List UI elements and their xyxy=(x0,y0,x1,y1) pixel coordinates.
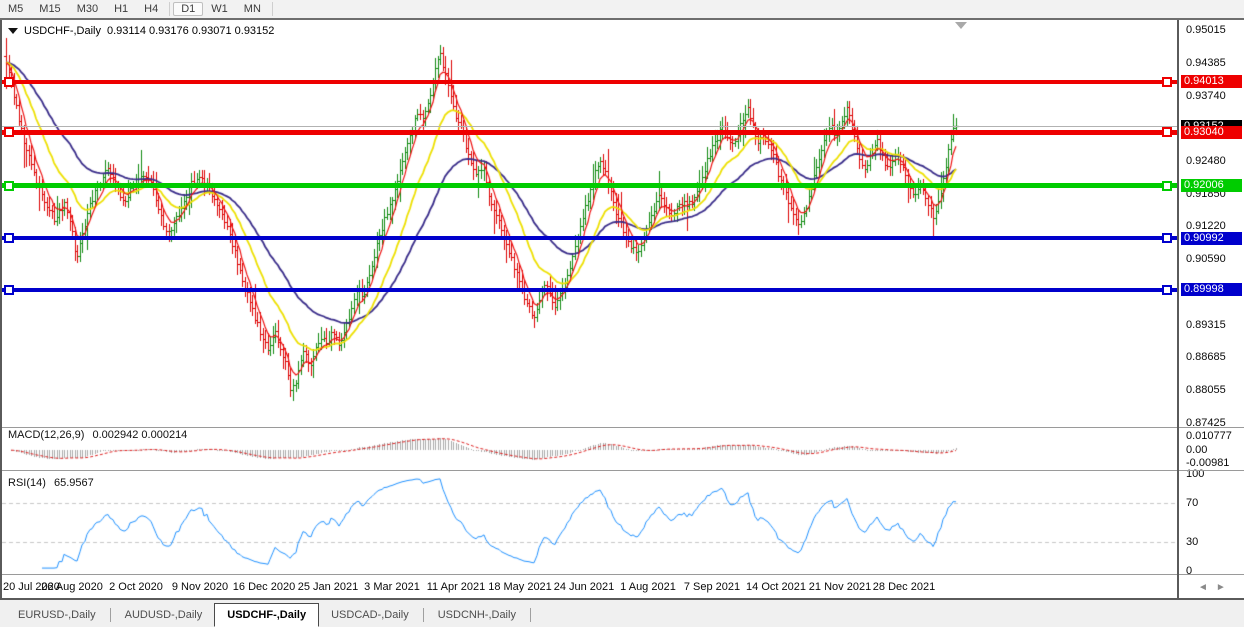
timeframe-button-d1[interactable]: D1 xyxy=(173,2,203,16)
timeframe-button-m30[interactable]: M30 xyxy=(69,2,106,16)
toolbar-separator xyxy=(272,2,273,16)
price-axis-tick: 0.95015 xyxy=(1186,24,1226,36)
date-axis-label: 26 Aug 2020 xyxy=(41,581,103,593)
chart-tab-usdcnh[interactable]: USDCNH-,Daily xyxy=(426,606,528,625)
price-axis-tick: 0.93740 xyxy=(1186,90,1226,102)
support-resistance-line[interactable] xyxy=(2,183,1177,188)
triangle-down-icon xyxy=(8,28,18,34)
timeframe-button-h4[interactable]: H4 xyxy=(136,2,166,16)
tab-separator xyxy=(423,608,424,622)
toolbar-separator xyxy=(169,2,170,16)
date-axis-label: 1 Aug 2021 xyxy=(620,581,676,593)
price-axis-divider[interactable] xyxy=(1177,20,1179,598)
macd-name: MACD(12,26,9) xyxy=(8,429,84,441)
line-handle-marker[interactable] xyxy=(1162,77,1172,87)
price-level-label: 0.93040 xyxy=(1181,126,1242,139)
rsi-indicator-label: RSI(14) 65.9567 xyxy=(8,477,94,489)
timeframe-button-w1[interactable]: W1 xyxy=(203,2,236,16)
chart-canvas[interactable] xyxy=(0,20,1177,598)
support-resistance-line[interactable] xyxy=(2,130,1177,135)
timeframe-button-m15[interactable]: M15 xyxy=(31,2,68,16)
price-axis-tick: 0.88685 xyxy=(1186,351,1226,363)
macd-values: 0.002942 0.000214 xyxy=(92,429,187,441)
line-handle-marker[interactable] xyxy=(4,285,14,295)
scroll-left-icon[interactable]: ◄ xyxy=(1198,582,1216,593)
chart-tab-usdchf[interactable]: USDCHF-,Daily xyxy=(214,603,319,627)
timeframe-button-m5[interactable]: M5 xyxy=(0,2,31,16)
macd-panel-splitter[interactable] xyxy=(0,427,1244,428)
price-axis-tick: 0.89315 xyxy=(1186,319,1226,331)
line-handle-marker[interactable] xyxy=(1162,127,1172,137)
price-level-label: 0.94013 xyxy=(1181,75,1242,88)
date-axis-label: 25 Jan 2021 xyxy=(298,581,359,593)
macd-indicator-label: MACD(12,26,9) 0.002942 0.000214 xyxy=(8,429,187,441)
line-handle-marker[interactable] xyxy=(1162,233,1172,243)
line-handle-marker[interactable] xyxy=(4,127,14,137)
window-left-border xyxy=(0,20,2,598)
support-resistance-line[interactable] xyxy=(2,80,1177,84)
timeframe-button-mn[interactable]: MN xyxy=(236,2,269,16)
price-level-label: 0.90992 xyxy=(1181,232,1242,245)
line-handle-marker[interactable] xyxy=(1162,181,1172,191)
price-level-label: 0.89998 xyxy=(1181,283,1242,296)
chart-tab-usdcad[interactable]: USDCAD-,Daily xyxy=(319,606,421,625)
price-axis-tick: 0.91220 xyxy=(1186,220,1226,232)
rsi-axis-tick: 70 xyxy=(1186,497,1198,509)
tab-scroll-arrows[interactable]: ◄► xyxy=(1198,582,1234,593)
rsi-value: 65.9567 xyxy=(54,477,94,489)
date-axis-label: 9 Nov 2020 xyxy=(172,581,228,593)
date-axis-label: 16 Dec 2020 xyxy=(233,581,295,593)
rsi-name: RSI(14) xyxy=(8,477,46,489)
macd-axis-tick: 0.010777 xyxy=(1186,430,1232,442)
date-axis-splitter xyxy=(0,574,1244,575)
macd-axis-tick: -0.00981 xyxy=(1186,457,1229,469)
date-axis-label: 24 Jun 2021 xyxy=(554,581,615,593)
support-resistance-line[interactable] xyxy=(2,288,1177,292)
price-axis-tick: 0.88055 xyxy=(1186,384,1226,396)
price-axis-tick: 0.92480 xyxy=(1186,155,1226,167)
chart-symbol-label: USDCHF-,Daily xyxy=(24,25,101,37)
support-resistance-line[interactable] xyxy=(2,236,1177,240)
scroll-right-icon[interactable]: ► xyxy=(1216,582,1234,593)
rsi-panel-splitter[interactable] xyxy=(0,470,1244,471)
timeframe-button-h1[interactable]: H1 xyxy=(106,2,136,16)
price-level-label: 0.92006 xyxy=(1181,179,1242,192)
date-axis-label: 3 Mar 2021 xyxy=(364,581,420,593)
chart-tab-audusd[interactable]: AUDUSD-,Daily xyxy=(113,606,215,625)
line-handle-marker[interactable] xyxy=(4,77,14,87)
tab-separator xyxy=(530,608,531,622)
price-axis-tick: 0.90590 xyxy=(1186,253,1226,265)
chart-title: USDCHF-,Daily 0.93114 0.93176 0.93071 0.… xyxy=(8,25,274,37)
current-price-line xyxy=(2,126,1177,127)
line-handle-marker[interactable] xyxy=(1162,285,1172,295)
tab-separator xyxy=(110,608,111,622)
macd-axis-tick: 0.00 xyxy=(1186,444,1207,456)
date-axis-label: 2 Oct 2020 xyxy=(109,581,163,593)
line-handle-marker[interactable] xyxy=(4,181,14,191)
date-axis-label: 18 May 2021 xyxy=(488,581,552,593)
rsi-axis-tick: 30 xyxy=(1186,536,1198,548)
terminal-window: M5M15M30H1H4 D1W1MN USDCHF-,Daily 0.93114… xyxy=(0,0,1244,627)
chart-tab-bar: EURUSD-,DailyAUDUSD-,DailyUSDCHF-,DailyU… xyxy=(0,600,1244,627)
date-axis-label: 21 Nov 2021 xyxy=(809,581,871,593)
date-axis-label: 28 Dec 2021 xyxy=(873,581,935,593)
timeframe-toolbar: M5M15M30H1H4 D1W1MN xyxy=(0,0,1244,18)
chart-ohlc-values: 0.93114 0.93176 0.93071 0.93152 xyxy=(107,25,274,37)
rsi-axis-tick: 0 xyxy=(1186,565,1192,577)
date-axis-label: 7 Sep 2021 xyxy=(684,581,740,593)
date-axis-label: 11 Apr 2021 xyxy=(427,581,486,593)
date-axis-label: 14 Oct 2021 xyxy=(746,581,806,593)
price-axis-tick: 0.94385 xyxy=(1186,57,1226,69)
chart-tab-eurusd[interactable]: EURUSD-,Daily xyxy=(6,606,108,625)
line-handle-marker[interactable] xyxy=(4,233,14,243)
